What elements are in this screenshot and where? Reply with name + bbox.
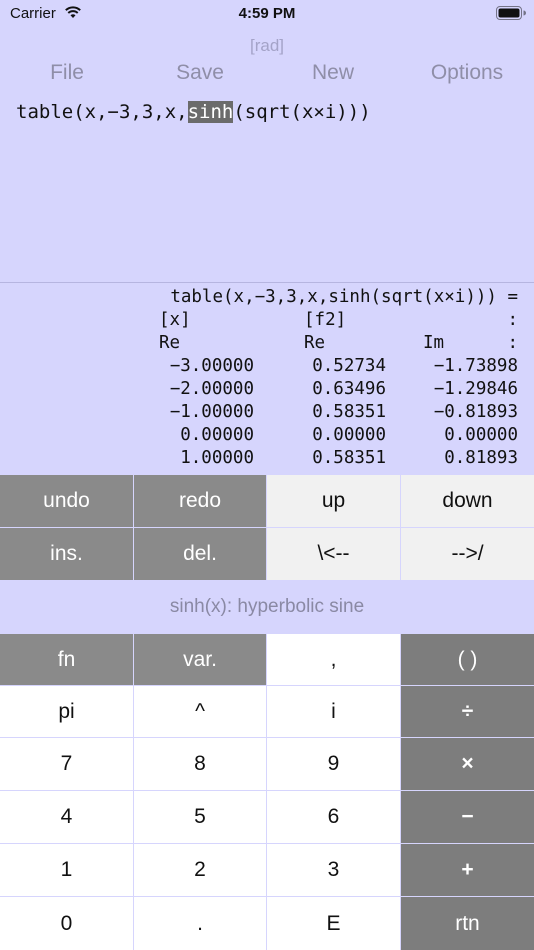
digit-4-key[interactable]: 4 bbox=[0, 791, 133, 843]
digit-3-key[interactable]: 3 bbox=[267, 844, 400, 896]
table-cell: −1.00000 bbox=[169, 402, 254, 422]
down-button[interactable]: down bbox=[401, 475, 534, 527]
table-row: −2.00000 0.63496 −1.29846 bbox=[0, 379, 534, 402]
table-cell: 0.00000 bbox=[312, 425, 386, 445]
table-cell: 0.58351 bbox=[312, 448, 386, 468]
status-bar: Carrier 4:59 PM bbox=[0, 0, 534, 30]
digit-6-key[interactable]: 6 bbox=[267, 791, 400, 843]
editor-text-after: (sqrt(x×i))) bbox=[233, 101, 371, 123]
battery-icon bbox=[496, 6, 526, 25]
column-header: [x] bbox=[159, 310, 191, 330]
table-row: −1.00000 0.58351 −0.81893 bbox=[0, 402, 534, 425]
column-header: [f2] bbox=[304, 310, 347, 330]
insert-button[interactable]: ins. bbox=[0, 528, 133, 580]
output-expression-line: table(x,−3,3,x,sinh(sqrt(x×i))) = bbox=[0, 287, 534, 310]
comma-key[interactable]: , bbox=[267, 634, 400, 685]
multiply-key[interactable]: × bbox=[401, 738, 534, 790]
output-subheader-line: Re Re Im : bbox=[0, 333, 534, 356]
function-hint: sinh(x): hyperbolic sine bbox=[169, 596, 365, 617]
table-cell: 0.63496 bbox=[312, 379, 386, 399]
column-subheader: : bbox=[507, 333, 518, 353]
table-row: −3.00000 0.52734 −1.73898 bbox=[0, 356, 534, 379]
cursor-left-button[interactable]: \<-- bbox=[267, 528, 400, 580]
digit-2-key[interactable]: 2 bbox=[134, 844, 266, 896]
decimal-point-key[interactable]: . bbox=[134, 897, 266, 950]
column-subheader: Im bbox=[423, 333, 445, 353]
angle-mode-indicator: [rad] bbox=[249, 36, 285, 55]
result-output: table(x,−3,3,x,sinh(sqrt(x×i))) = [x] [f… bbox=[0, 287, 534, 474]
plus-key[interactable]: + bbox=[401, 844, 534, 896]
minus-key[interactable]: − bbox=[401, 791, 534, 843]
digit-8-key[interactable]: 8 bbox=[134, 738, 266, 790]
power-key[interactable]: ^ bbox=[134, 686, 266, 737]
divide-key[interactable]: ÷ bbox=[401, 686, 534, 737]
table-cell: −2.00000 bbox=[169, 379, 254, 399]
options-menu-button[interactable]: Options bbox=[417, 61, 517, 85]
expression-editor[interactable]: table(x,−3,3,x,sinh(sqrt(x×i))) bbox=[16, 101, 371, 123]
column-subheader: Re bbox=[159, 333, 181, 353]
digit-5-key[interactable]: 5 bbox=[134, 791, 266, 843]
imaginary-key[interactable]: i bbox=[267, 686, 400, 737]
table-cell: 0.00000 bbox=[444, 425, 518, 445]
undo-button[interactable]: undo bbox=[0, 475, 133, 527]
table-cell: −1.73898 bbox=[433, 356, 518, 376]
cursor-right-button[interactable]: -->/ bbox=[401, 528, 534, 580]
digit-0-key[interactable]: 0 bbox=[0, 897, 133, 950]
column-subheader: Re bbox=[304, 333, 326, 353]
digit-7-key[interactable]: 7 bbox=[0, 738, 133, 790]
save-menu-button[interactable]: Save bbox=[150, 61, 250, 85]
digit-1-key[interactable]: 1 bbox=[0, 844, 133, 896]
parentheses-key[interactable]: ( ) bbox=[401, 634, 534, 685]
fn-button[interactable]: fn bbox=[0, 634, 133, 685]
editor-text-before: table(x,−3,3,x, bbox=[16, 101, 188, 123]
table-cell: −0.81893 bbox=[433, 402, 518, 422]
up-button[interactable]: up bbox=[267, 475, 400, 527]
file-menu-button[interactable]: File bbox=[17, 61, 117, 85]
table-cell: 0.58351 bbox=[312, 402, 386, 422]
clock: 4:59 PM bbox=[238, 5, 296, 22]
return-key[interactable]: rtn bbox=[401, 897, 534, 950]
table-row: 0.00000 0.00000 0.00000 bbox=[0, 425, 534, 448]
redo-button[interactable]: redo bbox=[134, 475, 266, 527]
delete-button[interactable]: del. bbox=[134, 528, 266, 580]
var-button[interactable]: var. bbox=[134, 634, 266, 685]
table-row: 1.00000 0.58351 0.81893 bbox=[0, 448, 534, 471]
editor-selection: sinh bbox=[187, 101, 234, 123]
column-header: : bbox=[507, 310, 518, 330]
table-cell: 0.52734 bbox=[312, 356, 386, 376]
new-menu-button[interactable]: New bbox=[283, 61, 383, 85]
table-cell: −1.29846 bbox=[433, 379, 518, 399]
table-cell: 0.00000 bbox=[180, 425, 254, 445]
output-expression: table(x,−3,3,x,sinh(sqrt(x×i))) = bbox=[170, 287, 518, 307]
exponent-key[interactable]: E bbox=[267, 897, 400, 950]
table-cell: 0.81893 bbox=[444, 448, 518, 468]
output-header-line: [x] [f2] : bbox=[0, 310, 534, 333]
editor-divider bbox=[0, 282, 534, 283]
table-cell: −3.00000 bbox=[169, 356, 254, 376]
pi-key[interactable]: pi bbox=[0, 686, 133, 737]
table-cell: 1.00000 bbox=[180, 448, 254, 468]
digit-9-key[interactable]: 9 bbox=[267, 738, 400, 790]
